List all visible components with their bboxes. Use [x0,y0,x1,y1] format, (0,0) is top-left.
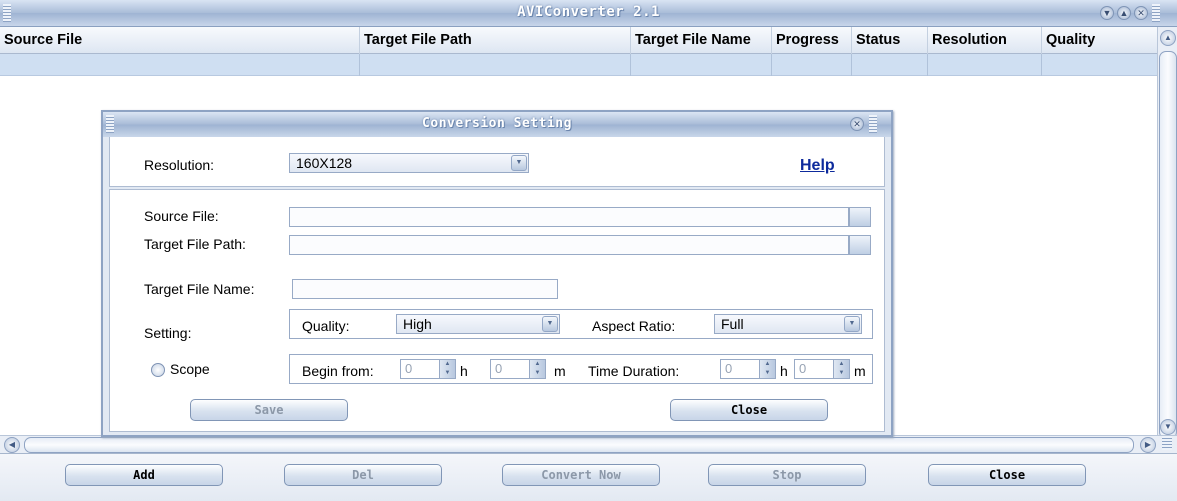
del-button[interactable]: Del [284,464,442,486]
setting-group: Quality: High ▼ Aspect Ratio: Full ▼ [289,309,873,339]
time-duration-label: Time Duration: [588,363,680,379]
grip-icon [1152,4,1160,22]
file-grid-header: Source File Target File Path Target File… [0,27,1157,54]
settings-panel: Source File: Target File Path: Target Fi… [109,189,885,432]
maximize-icon[interactable]: ▲ [1117,6,1131,20]
column-target-file-name[interactable]: Target File Name [631,27,772,54]
setting-label: Setting: [144,325,192,341]
resolution-label: Resolution: [144,157,215,173]
scroll-down-icon[interactable]: ▼ [1160,419,1176,435]
row-cell [928,54,1042,76]
vertical-scrollbar[interactable]: ▲ ▼ [1157,27,1177,439]
row-cell [772,54,852,76]
browse-target-button[interactable] [849,235,871,255]
duration-minute-value: 0 [799,361,807,376]
quality-label: Quality: [302,318,350,334]
row-cell [852,54,928,76]
column-progress[interactable]: Progress [772,27,852,54]
conversion-setting-dialog: Conversion Setting ✕ Resolution: 160X128… [101,110,893,437]
dialog-close-icon[interactable]: ✕ [850,117,864,131]
horizontal-scroll-thumb[interactable] [24,437,1134,453]
dialog-title-bar[interactable]: Conversion Setting ✕ [103,112,891,137]
browse-source-button[interactable] [849,207,871,227]
dialog-title: Conversion Setting [422,116,572,131]
scroll-left-icon[interactable]: ◀ [4,437,20,453]
source-file-label: Source File: [144,208,219,224]
scroll-up-icon[interactable]: ▲ [1160,30,1176,46]
stepper-arrows-icon[interactable]: ▲ ▼ [439,360,455,378]
chevron-down-icon[interactable]: ▼ [511,155,527,171]
duration-hour-value: 0 [725,361,733,376]
column-source-file[interactable]: Source File [0,27,360,54]
grip-icon [869,115,877,133]
aspect-ratio-select[interactable]: Full ▼ [714,314,862,334]
stepper-arrows-icon[interactable]: ▲ ▼ [759,360,775,378]
aspect-ratio-value: Full [721,316,744,332]
resolution-select[interactable]: 160X128 ▼ [289,153,529,173]
source-file-field[interactable] [289,207,849,227]
horizontal-scrollbar[interactable]: ◀ ▶ [0,435,1177,453]
row-cell [631,54,772,76]
dialog-close-button[interactable]: Close [670,399,828,421]
close-button[interactable]: Close [928,464,1086,486]
target-file-path-field[interactable] [289,235,849,255]
minute-unit: m [554,363,566,379]
row-cell [0,54,360,76]
add-button[interactable]: Add [65,464,223,486]
convert-now-button[interactable]: Convert Now [502,464,660,486]
quality-select[interactable]: High ▼ [396,314,560,334]
quality-value: High [403,316,432,332]
row-cell [1042,54,1157,76]
scope-checkbox[interactable] [151,363,165,377]
column-status[interactable]: Status [852,27,928,54]
table-row[interactable] [0,54,1157,76]
duration-hour-stepper[interactable]: 0 ▲ ▼ [720,359,776,379]
aspect-ratio-label: Aspect Ratio: [592,318,676,334]
column-resolution[interactable]: Resolution [928,27,1042,54]
main-title-bar[interactable]: AVIConverter 2.1 ▼ ▲ ✕ [0,0,1177,27]
stepper-arrows-icon[interactable]: ▲ ▼ [833,360,849,378]
minute-unit: m [854,363,866,379]
resize-grip-icon[interactable] [1162,436,1172,450]
stepper-arrows-icon[interactable]: ▲ ▼ [529,360,545,378]
scope-group: Begin from: 0 ▲ ▼ h 0 ▲ ▼ m Time Duration:… [289,354,873,384]
window-title: AVIConverter 2.1 [517,4,660,20]
stop-button[interactable]: Stop [708,464,866,486]
duration-minute-stepper[interactable]: 0 ▲ ▼ [794,359,850,379]
begin-minute-value: 0 [495,361,503,376]
save-button[interactable]: Save [190,399,348,421]
close-icon[interactable]: ✕ [1134,6,1148,20]
chevron-down-icon[interactable]: ▼ [844,316,860,332]
begin-hour-value: 0 [405,361,413,376]
row-cell [360,54,631,76]
minimize-icon[interactable]: ▼ [1100,6,1114,20]
target-file-name-label: Target File Name: [144,281,255,297]
chevron-down-icon[interactable]: ▼ [542,316,558,332]
scope-label: Scope [170,361,210,377]
resolution-value: 160X128 [296,155,353,171]
target-file-path-label: Target File Path: [144,236,246,252]
begin-minute-stepper[interactable]: 0 ▲ ▼ [490,359,546,379]
bottom-toolbar: Add Del Convert Now Stop Close [0,453,1177,501]
hour-unit: h [460,363,468,379]
target-file-name-field[interactable] [292,279,558,299]
help-link[interactable]: Help [800,157,835,175]
resolution-panel: Resolution: 160X128 ▼ Help [109,137,885,187]
column-target-file-path[interactable]: Target File Path [360,27,631,54]
scroll-right-icon[interactable]: ▶ [1140,437,1156,453]
begin-from-label: Begin from: [302,363,374,379]
hour-unit: h [780,363,788,379]
begin-hour-stepper[interactable]: 0 ▲ ▼ [400,359,456,379]
vertical-scroll-thumb[interactable] [1159,51,1177,439]
column-quality[interactable]: Quality [1042,27,1157,54]
